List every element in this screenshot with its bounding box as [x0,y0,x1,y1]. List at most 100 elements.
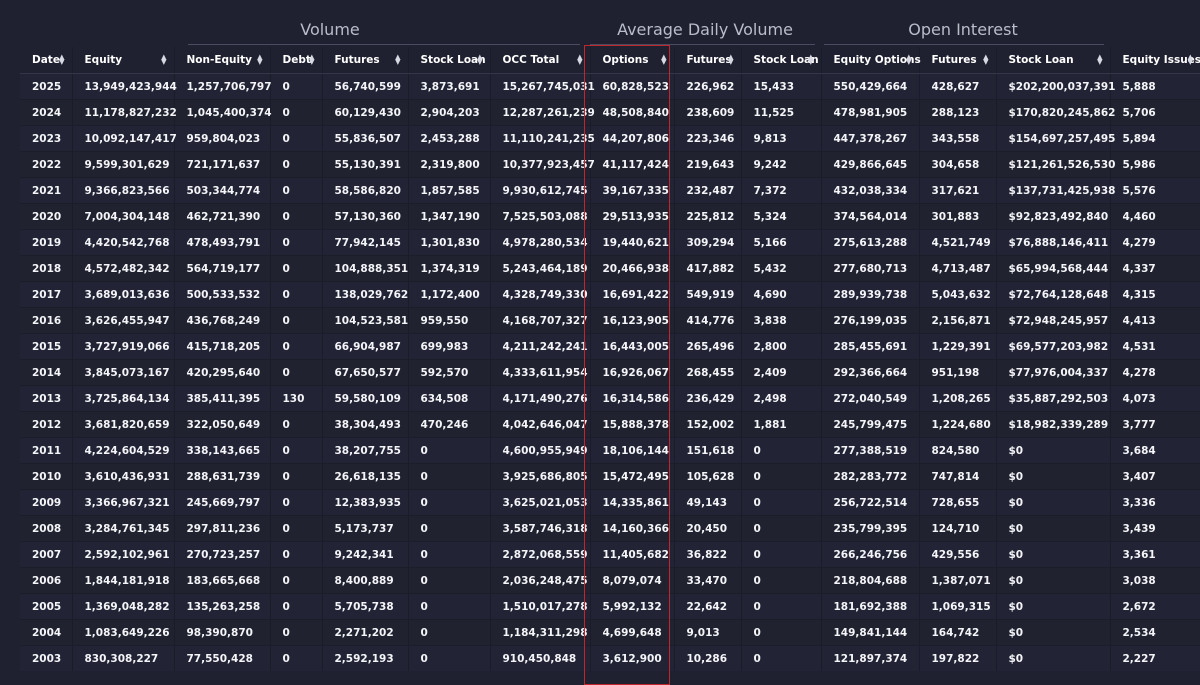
cell-equity-issues: 5,888 [1110,74,1200,100]
cell-adv-options: 14,335,861 [590,490,674,516]
cell-occ-total: 1,184,311,298 [490,620,590,646]
cell-oi-stock-loan: $76,888,146,411 [996,230,1110,256]
cell-adv-options: 48,508,840 [590,100,674,126]
cell-equity-options: 289,939,738 [821,282,919,308]
cell-occ-total: 4,328,749,330 [490,282,590,308]
sort-updown-icon[interactable]: ▲▼ [477,55,482,65]
cell-equity: 2,592,102,961 [72,542,174,568]
column-header-equity-issues[interactable]: Equity Issues▲▼ [1110,47,1200,74]
cell-oi-futures: 301,883 [919,204,996,230]
cell-adv-futures: 152,002 [674,412,741,438]
column-header-label: OCC Total [503,54,560,66]
cell-debt: 0 [270,490,322,516]
cell-equity-options: 121,897,374 [821,646,919,672]
column-header-label: Futures [335,54,380,66]
cell-volume-futures: 57,130,360 [322,204,408,230]
cell-date: 2005 [20,594,72,620]
column-header-volume-stock-loan[interactable]: Stock Loan▲▼ [408,47,490,74]
cell-oi-stock-loan: $72,764,128,648 [996,282,1110,308]
cell-volume-stock-loan: 2,453,288 [408,126,490,152]
sort-updown-icon[interactable]: ▲▼ [395,55,400,65]
cell-equity-options: 275,613,288 [821,230,919,256]
cell-non-equity: 420,295,640 [174,360,270,386]
sort-updown-icon[interactable]: ▲▼ [309,55,314,65]
cell-occ-total: 4,333,611,954 [490,360,590,386]
sort-updown-icon[interactable]: ▲▼ [808,55,813,65]
cell-date: 2020 [20,204,72,230]
cell-adv-stock-loan: 0 [741,490,821,516]
cell-oi-stock-loan: $0 [996,464,1110,490]
cell-volume-futures: 38,304,493 [322,412,408,438]
cell-volume-futures: 104,888,351 [322,256,408,282]
cell-adv-futures: 414,776 [674,308,741,334]
cell-oi-stock-loan: $121,261,526,530 [996,152,1110,178]
cell-equity-options: 149,841,144 [821,620,919,646]
cell-oi-stock-loan: $69,577,203,982 [996,334,1110,360]
cell-equity-issues: 4,531 [1110,334,1200,360]
cell-oi-stock-loan: $92,823,492,840 [996,204,1110,230]
cell-adv-futures: 10,286 [674,646,741,672]
cell-adv-futures: 49,143 [674,490,741,516]
sort-updown-icon[interactable]: ▲▼ [983,55,988,65]
sort-updown-icon[interactable]: ▲▼ [257,55,262,65]
cell-adv-options: 41,117,424 [590,152,674,178]
column-header-adv-futures[interactable]: Futures▲▼ [674,47,741,74]
sort-updown-icon[interactable]: ▲▼ [1097,55,1102,65]
column-header-date[interactable]: Date▲▼ [20,47,72,74]
cell-volume-stock-loan: 0 [408,568,490,594]
sort-updown-icon[interactable]: ▲▼ [661,55,666,65]
cell-oi-stock-loan: $0 [996,542,1110,568]
cell-volume-stock-loan: 1,857,585 [408,178,490,204]
cell-debt: 0 [270,646,322,672]
cell-oi-futures: 317,621 [919,178,996,204]
sort-updown-icon[interactable]: ▲▼ [728,55,733,65]
cell-debt: 0 [270,282,322,308]
column-header-non-equity[interactable]: Non-Equity▲▼ [174,47,270,74]
sort-updown-icon[interactable]: ▲▼ [577,55,582,65]
cell-oi-futures: 288,123 [919,100,996,126]
cell-debt: 0 [270,464,322,490]
cell-adv-options: 16,314,586 [590,386,674,412]
sort-updown-icon[interactable]: ▲▼ [906,55,911,65]
cell-oi-futures: 951,198 [919,360,996,386]
cell-debt: 130 [270,386,322,412]
column-header-equity[interactable]: Equity▲▼ [72,47,174,74]
cell-volume-stock-loan: 1,301,830 [408,230,490,256]
cell-adv-options: 20,466,938 [590,256,674,282]
cell-volume-stock-loan: 592,570 [408,360,490,386]
column-header-volume-futures[interactable]: Futures ▲▼ [322,47,408,74]
sort-updown-icon[interactable]: ▲▼ [161,55,166,65]
cell-oi-futures: 1,069,315 [919,594,996,620]
cell-equity-options: 272,040,549 [821,386,919,412]
table-row: 202310,092,147,417959,804,023055,836,507… [20,126,1200,152]
column-header-label: Debt [283,54,311,66]
cell-date: 2022 [20,152,72,178]
column-header-debt[interactable]: Debt▲▼ [270,47,322,74]
cell-volume-futures: 104,523,581 [322,308,408,334]
table-row: 202411,178,827,2321,045,400,374060,129,4… [20,100,1200,126]
column-header-label: Stock Loan [421,54,486,66]
cell-volume-futures: 8,400,889 [322,568,408,594]
sort-updown-icon[interactable]: ▲▼ [1188,55,1193,65]
column-header-oi-stock-loan[interactable]: Stock Loan▲▼ [996,47,1110,74]
cell-adv-stock-loan: 7,372 [741,178,821,204]
column-header-occ-total[interactable]: OCC Total ▲▼ [490,47,590,74]
column-header-equity-options[interactable]: Equity Options▲▼ [821,47,919,74]
cell-volume-stock-loan: 0 [408,542,490,568]
cell-adv-futures: 225,812 [674,204,741,230]
cell-equity-issues: 3,038 [1110,568,1200,594]
column-header-oi-futures[interactable]: Futures▲▼ [919,47,996,74]
cell-equity-issues: 4,337 [1110,256,1200,282]
cell-volume-stock-loan: 2,904,203 [408,100,490,126]
cell-date: 2016 [20,308,72,334]
sort-updown-icon[interactable]: ▲▼ [59,55,64,65]
column-header-adv-stock-loan[interactable]: Stock Loan▲▼ [741,47,821,74]
cell-date: 2012 [20,412,72,438]
cell-debt: 0 [270,360,322,386]
column-header-adv-options[interactable]: Options▲▼ [590,47,674,74]
cell-volume-futures: 56,740,599 [322,74,408,100]
cell-oi-stock-loan: $65,994,568,444 [996,256,1110,282]
cell-oi-futures: 428,627 [919,74,996,100]
cell-adv-futures: 417,882 [674,256,741,282]
table-row: 202513,949,423,9441,257,706,797056,740,5… [20,74,1200,100]
